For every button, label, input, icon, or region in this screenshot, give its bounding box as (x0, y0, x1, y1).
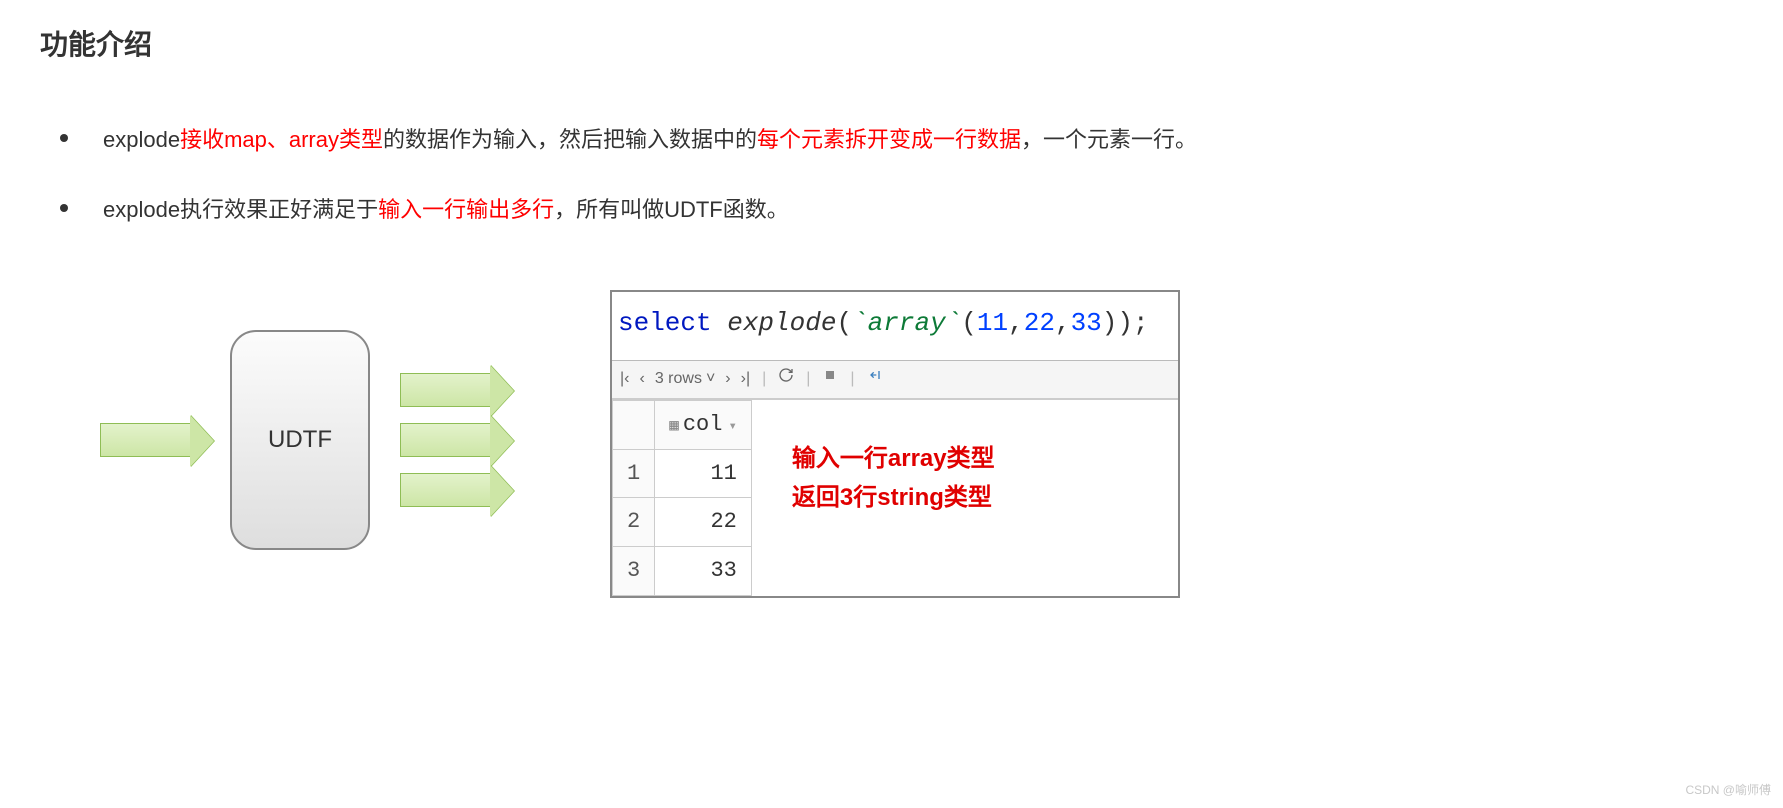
bullet-list: explode接收map、array类型的数据作为输入，然后把输入数据中的每个元… (60, 120, 1743, 229)
refresh-icon[interactable] (778, 365, 794, 394)
backtick: ` (946, 308, 962, 338)
row-index: 3 (613, 546, 655, 595)
func-name: explode (712, 308, 837, 338)
table-row: 2 22 (613, 498, 752, 547)
next-page-icon[interactable]: › (725, 365, 730, 394)
corner-cell (613, 401, 655, 450)
text-segment: ，一个元素一行。 (1021, 127, 1197, 152)
section-heading: 功能介绍 (40, 20, 1743, 70)
text-segment: , (1008, 308, 1024, 338)
array-word: array (868, 308, 946, 338)
bullet-dot-icon (60, 204, 68, 212)
rows-dropdown[interactable]: 3 rows ˅ (655, 365, 715, 394)
cell-value: 22 (655, 498, 752, 547)
lower-row: UDTF select explode(`array`(11,22,33)); … (40, 290, 1743, 598)
bullet-item: explode接收map、array类型的数据作为输入，然后把输入数据中的每个元… (60, 120, 1743, 160)
bullet-text: explode执行效果正好满足于输入一行输出多行，所有叫做UDTF函数。 (103, 190, 1743, 230)
table-row: 3 33 (613, 546, 752, 595)
arrows-out (400, 365, 490, 515)
rows-count-label: 3 rows (655, 365, 702, 394)
text-segment: ，所有叫做UDTF函数。 (554, 197, 789, 222)
column-name: col (683, 412, 723, 437)
text-segment: ( (836, 308, 852, 338)
text-segment: 的数据作为输入，然后把输入数据中的 (383, 127, 757, 152)
text-segment: , (1055, 308, 1071, 338)
text-segment: explode执行效果正好满足于 (103, 197, 378, 222)
result-area: ▦col▾ 1 11 2 22 3 33 输入一行array类型 返回 (612, 400, 1178, 595)
sql-code: select explode(`array`(11,22,33)); (612, 292, 1178, 361)
annotation-line: 返回3行string类型 (792, 479, 995, 517)
prev-page-icon[interactable]: ‹ (639, 365, 644, 394)
result-panel: select explode(`array`(11,22,33)); |‹ ‹ … (610, 290, 1180, 598)
result-toolbar: |‹ ‹ 3 rows ˅ › ›| | | | (612, 360, 1178, 400)
column-header[interactable]: ▦col ▾ (655, 401, 752, 450)
sort-icon[interactable]: ▾ (728, 419, 736, 435)
first-page-icon[interactable]: |‹ (620, 365, 629, 394)
table-header-row: ▦col ▾ (613, 401, 752, 450)
udtf-label: UDTF (268, 418, 332, 461)
arrow-out-icon (400, 373, 490, 407)
number-literal: 33 (1071, 308, 1102, 338)
backtick: ` (852, 308, 868, 338)
keyword-select: select (618, 308, 712, 338)
text-segment-red: 接收map、array类型 (180, 127, 383, 152)
separator: | (806, 365, 810, 394)
last-page-icon[interactable]: ›| (741, 365, 750, 394)
row-index: 1 (613, 449, 655, 498)
udtf-diagram: UDTF (100, 330, 490, 550)
number-literal: 11 (977, 308, 1008, 338)
result-table: ▦col ▾ 1 11 2 22 3 33 (612, 400, 752, 595)
stop-icon[interactable] (822, 365, 838, 394)
text-segment: ( (961, 308, 977, 338)
bullet-dot-icon (60, 134, 68, 142)
annotation-line: 输入一行array类型 (792, 440, 995, 478)
cell-value: 33 (655, 546, 752, 595)
row-index: 2 (613, 498, 655, 547)
arrow-out-icon (400, 473, 490, 507)
arrow-in-icon (100, 423, 190, 457)
text-segment: explode (103, 127, 180, 152)
watermark: CSDN @喻师傅 (1685, 780, 1771, 802)
udtf-box: UDTF (230, 330, 370, 550)
table-row: 1 11 (613, 449, 752, 498)
bullet-text: explode接收map、array类型的数据作为输入，然后把输入数据中的每个元… (103, 120, 1743, 160)
text-segment-red: 每个元素拆开变成一行数据 (757, 127, 1021, 152)
export-icon[interactable] (867, 365, 883, 394)
annotation-box: 输入一行array类型 返回3行string类型 (792, 440, 995, 517)
cell-value: 11 (655, 449, 752, 498)
text-segment: )); (1102, 308, 1149, 338)
arrow-out-icon (400, 423, 490, 457)
separator: | (762, 365, 766, 394)
bullet-item: explode执行效果正好满足于输入一行输出多行，所有叫做UDTF函数。 (60, 190, 1743, 230)
column-icon: ▦ (669, 417, 679, 435)
text-segment-red: 输入一行输出多行 (378, 197, 554, 222)
chevron-down-icon: ˅ (706, 365, 715, 394)
separator: | (850, 365, 854, 394)
number-literal: 22 (1024, 308, 1055, 338)
